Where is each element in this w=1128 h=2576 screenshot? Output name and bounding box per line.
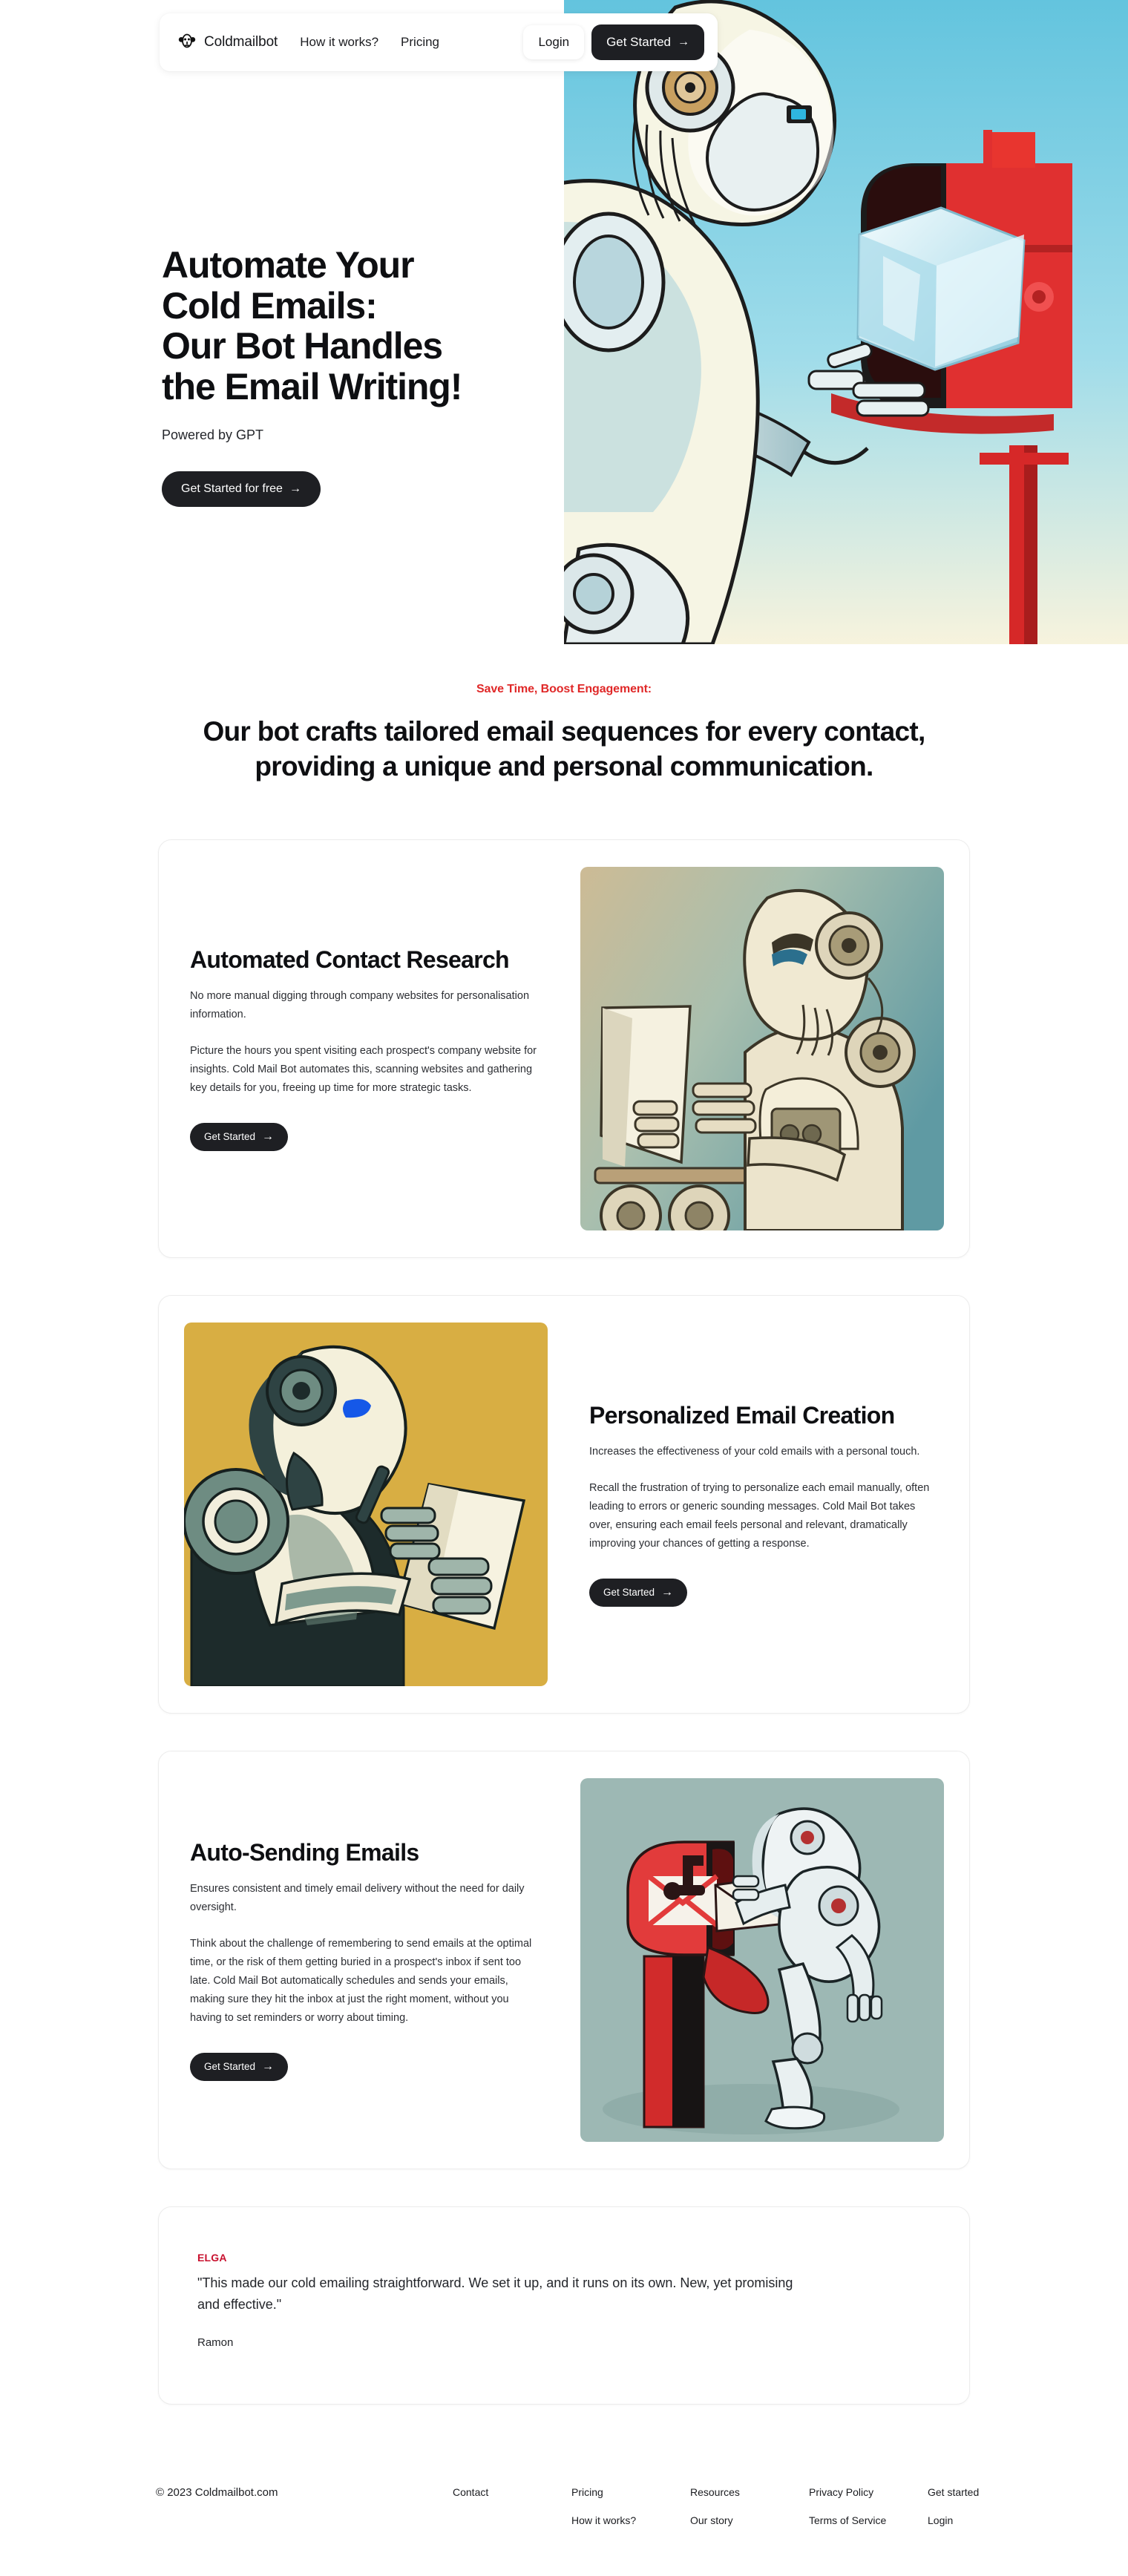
- feature-card-text: Personalized Email Creation Increases th…: [589, 1402, 938, 1607]
- feature-card-text: Auto-Sending Emails Ensures consistent a…: [190, 1839, 539, 2081]
- footer-column: Get started Login: [928, 2486, 1046, 2526]
- footer-link-contact[interactable]: Contact: [453, 2486, 571, 2498]
- footer-link-columns: Contact Pricing How it works? Resources …: [453, 2486, 1046, 2526]
- hero-cta-wrap: Get Started for free →: [162, 471, 518, 507]
- feature-cta-label: Get Started: [603, 1587, 655, 1599]
- feature-card: Automated Contact Research No more manua…: [158, 839, 970, 1258]
- robot-head-icon: [177, 31, 197, 54]
- nav-link-pricing[interactable]: Pricing: [401, 35, 439, 50]
- feature-lead: Ensures consistent and timely email deli…: [190, 1882, 525, 1913]
- feature-get-started-button[interactable]: Get Started →: [190, 2052, 289, 2081]
- section-eyebrow: Save Time, Boost Engagement:: [476, 683, 652, 695]
- footer-column: Pricing How it works?: [571, 2486, 690, 2526]
- arrow-right-icon: →: [661, 1585, 674, 1599]
- feature-body: Picture the hours you spent visiting eac…: [190, 1044, 537, 1094]
- footer-column: Resources Our story: [690, 2486, 809, 2526]
- footer-link-login[interactable]: Login: [928, 2514, 1046, 2526]
- feature-cta-label: Get Started: [204, 2061, 256, 2073]
- hero-image: [564, 0, 1128, 644]
- testimonial-author: Ramon: [197, 2336, 234, 2350]
- feature-cta-wrap: Get Started →: [589, 1578, 938, 1607]
- get-started-button[interactable]: Get Started →: [591, 24, 704, 60]
- footer-link-get-started[interactable]: Get started: [928, 2486, 1046, 2498]
- footer-column: Privacy Policy Terms of Service: [809, 2486, 928, 2526]
- site-footer: © 2023 Coldmailbot.com Contact Pricing H…: [0, 2405, 1128, 2571]
- footer-link-how-it-works[interactable]: How it works?: [571, 2514, 690, 2526]
- arrow-right-icon: →: [289, 482, 301, 495]
- feature-body: Think about the challenge of remembering…: [190, 1937, 532, 2024]
- footer-link-our-story[interactable]: Our story: [690, 2514, 809, 2526]
- footer-copyright: © 2023 Coldmailbot.com: [156, 2486, 278, 2500]
- footer-link-resources[interactable]: Resources: [690, 2486, 809, 2498]
- testimonial-quote: "This made our cold emailing straightfor…: [197, 2275, 793, 2312]
- feature-body: Recall the frustration of trying to pers…: [589, 1481, 930, 1550]
- testimonial-brand: ELGA: [197, 2251, 227, 2264]
- feature-get-started-button[interactable]: Get Started →: [190, 1122, 289, 1151]
- brand-logo[interactable]: Coldmailbot: [177, 31, 278, 54]
- footer-link-terms-of-service[interactable]: Terms of Service: [809, 2514, 928, 2526]
- footer-column: Contact: [453, 2486, 571, 2526]
- feature-lead: No more manual digging through company w…: [190, 989, 530, 1020]
- hero-copy: Automate Your Cold Emails: Our Bot Handl…: [162, 245, 518, 507]
- features-section: Automated Contact Research No more manua…: [0, 792, 1128, 2169]
- feature-cta-wrap: Get Started →: [190, 2052, 539, 2081]
- feature-title: Personalized Email Creation: [589, 1401, 895, 1429]
- hero-get-started-button[interactable]: Get Started for free →: [162, 471, 321, 507]
- feature-cta-label: Get Started: [204, 1131, 256, 1143]
- feature-card: Auto-Sending Emails Ensures consistent a…: [158, 1750, 970, 2169]
- arrow-right-icon: →: [678, 36, 689, 48]
- hero-cta-label: Get Started for free: [181, 482, 283, 495]
- hero-section: Coldmailbot How it works? Pricing Login …: [0, 0, 1128, 646]
- navbar-left-group: Coldmailbot How it works? Pricing: [177, 31, 439, 54]
- arrow-right-icon: →: [262, 2059, 275, 2073]
- feature-card: Personalized Email Creation Increases th…: [158, 1294, 970, 1714]
- hero-title: Automate Your Cold Emails: Our Bot Handl…: [162, 244, 462, 407]
- feature-image-robot-writing: [184, 1322, 548, 1686]
- brand-name: Coldmailbot: [204, 34, 278, 50]
- get-started-label: Get Started: [606, 35, 671, 49]
- hero-illustration: [564, 0, 1128, 644]
- hero-subtitle: Powered by GPT: [162, 427, 264, 442]
- feature-lead: Increases the effectiveness of your cold…: [589, 1445, 920, 1458]
- footer-link-pricing[interactable]: Pricing: [571, 2486, 690, 2498]
- feature-title: Auto-Sending Emails: [190, 1838, 419, 1866]
- section-header: Save Time, Boost Engagement: Our bot cra…: [0, 646, 1128, 792]
- login-button[interactable]: Login: [523, 25, 585, 59]
- navbar-right-group: Login Get Started →: [523, 24, 704, 60]
- section-title: Our bot crafts tailored email sequences …: [203, 716, 925, 782]
- feature-cta-wrap: Get Started →: [190, 1122, 539, 1151]
- feature-title: Automated Contact Research: [190, 945, 510, 973]
- nav-link-how-it-works[interactable]: How it works?: [300, 35, 378, 50]
- feature-card-text: Automated Contact Research No more manua…: [190, 946, 539, 1151]
- top-navbar: Coldmailbot How it works? Pricing Login …: [160, 13, 718, 71]
- feature-image-robot-reading: [580, 866, 944, 1230]
- arrow-right-icon: →: [262, 1130, 275, 1143]
- footer-link-privacy-policy[interactable]: Privacy Policy: [809, 2486, 928, 2498]
- feature-image-robot-mailbox: [580, 1777, 944, 2142]
- testimonial-card: ELGA "This made our cold emailing straig…: [158, 2206, 970, 2405]
- footer-inner: © 2023 Coldmailbot.com Contact Pricing H…: [156, 2486, 979, 2526]
- feature-get-started-button[interactable]: Get Started →: [589, 1578, 688, 1607]
